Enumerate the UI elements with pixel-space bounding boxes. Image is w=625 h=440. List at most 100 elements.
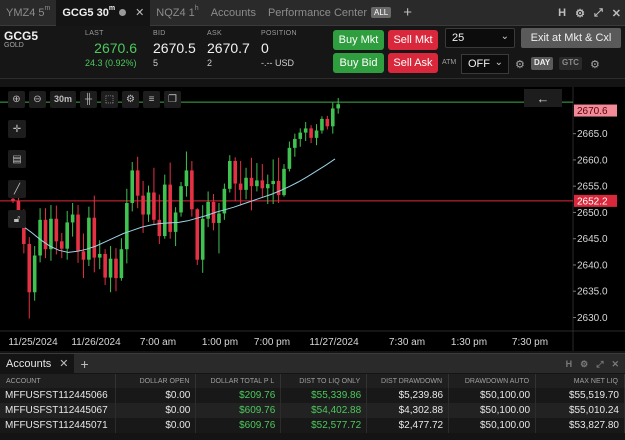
period-select[interactable]: 30m [50, 90, 76, 108]
col-header[interactable]: DIST DRAWDOWN [366, 374, 450, 388]
draw-line-icon[interactable]: ╱ [8, 180, 26, 198]
col-header[interactable]: DRAWDOWN AUTO [448, 374, 537, 388]
sell-market-button[interactable]: Sell Mkt [388, 30, 438, 50]
col-header[interactable]: MAX NET LIQ [535, 374, 625, 388]
crosshair-icon[interactable]: ✛ [8, 120, 26, 138]
day-chip[interactable]: DAY [531, 57, 554, 70]
x-tick-label: 11/25/2024 [8, 337, 58, 348]
order-gear-icon[interactable]: ⚙ [590, 58, 600, 71]
tab-performance-center[interactable]: Performance Center ALL [262, 0, 397, 26]
notes-icon[interactable]: ▤ [8, 150, 26, 168]
close-panel-icon[interactable]: ✕ [611, 359, 619, 370]
atm-label: ATM [442, 59, 457, 66]
buy-bid-button[interactable]: Buy Bid [333, 53, 384, 73]
tab-accounts-panel[interactable]: Accounts ✕ [0, 353, 75, 374]
quantity-select[interactable]: 25 ⌄ [445, 28, 515, 48]
candle-body [217, 213, 221, 223]
dollar-open: $0.00 [115, 388, 197, 403]
candle-body [97, 253, 102, 258]
candle-body [298, 132, 303, 139]
chart-canvas[interactable]: 2665.0 2660.0 2655.0 2650.0 2645.0 2640.0 2635… [0, 87, 625, 351]
close-icon[interactable]: ✕ [59, 357, 68, 370]
col-header[interactable]: DOLLAR TOTAL P L [195, 374, 282, 388]
hide-icon[interactable]: H [558, 7, 566, 19]
last-price-tag: 2670.6 [577, 106, 608, 117]
candle-body [135, 170, 140, 196]
indicators-icon[interactable]: ≡ [143, 90, 160, 108]
tab-ymz4[interactable]: YMZ4 5m [0, 0, 56, 26]
add-tab-icon[interactable]: + [74, 356, 94, 372]
ask-block: ASK 2670.7 2 [207, 30, 250, 68]
add-tab-icon[interactable]: + [397, 4, 418, 21]
hide-icon[interactable]: H [566, 359, 573, 369]
candle-body [92, 217, 97, 258]
candle-body [206, 201, 210, 219]
candle-body [282, 168, 286, 196]
gtc-chip[interactable]: GTC [559, 57, 582, 70]
candle-body [293, 138, 297, 148]
gear-icon[interactable]: ⚙ [575, 7, 585, 20]
copy-icon[interactable]: ❐ [164, 90, 181, 108]
symbol-description: GOLD [4, 42, 24, 49]
col-header[interactable]: DIST TO LIQ ONLY [280, 374, 368, 388]
candle-body [260, 180, 265, 189]
account-id: MFFUSFST112445071 [0, 418, 117, 433]
candle-body [309, 128, 313, 138]
candle-body [244, 177, 248, 190]
tab-nqz4[interactable]: NQZ4 1h [150, 0, 204, 26]
accounts-tab-bar: Accounts ✕ + H ⚙ ⤢ ✕ [0, 353, 625, 374]
candle-body [179, 186, 183, 213]
atm-select[interactable]: OFF ⌄ [461, 54, 509, 74]
settings-icon[interactable]: ⚙ [122, 90, 139, 108]
tab-label: Accounts [210, 6, 256, 19]
candle-body [119, 249, 124, 279]
x-tick-label: 11/26/2024 [71, 337, 121, 348]
lock-icon[interactable]: 🔓︎ [8, 210, 26, 228]
col-header[interactable]: DOLLAR OPEN [115, 374, 197, 388]
y-tick-label: 2660.0 [577, 155, 608, 166]
col-header[interactable]: ACCOUNT [0, 374, 117, 388]
tab-label: Performance Center [267, 6, 367, 19]
drawdown-auto: $50,100.00 [448, 403, 537, 418]
x-tick-label: 1:30 pm [451, 337, 487, 348]
exit-at-market-button[interactable]: Exit at Mkt & Cxl [521, 28, 621, 48]
close-icon[interactable]: ✕ [135, 6, 144, 19]
sell-ask-button[interactable]: Sell Ask [388, 53, 438, 73]
candle-body [108, 258, 113, 278]
tab-accounts[interactable]: Accounts [205, 0, 262, 26]
price-chart[interactable]: 2665.0 2660.0 2655.0 2650.0 2645.0 2640.0 2635… [0, 87, 625, 351]
all-badge[interactable]: ALL [371, 7, 392, 18]
drawing-tools: ✛ ▤ ╱ 🔓︎ [8, 120, 26, 228]
table-row[interactable]: MFFUSFST112445067 $0.00 $609.76 $54,402.… [0, 403, 625, 418]
candle-body [59, 241, 64, 249]
candle-body [141, 195, 145, 215]
candle-body [200, 218, 205, 260]
symbol: GCG5 [4, 29, 39, 43]
close-window-icon[interactable]: ✕ [612, 7, 621, 20]
candle-body [152, 192, 156, 220]
atm-gear-icon[interactable]: ⚙ [515, 58, 525, 71]
zoom-out-icon[interactable]: ⊖ [29, 90, 46, 108]
buy-market-button[interactable]: Buy Mkt [333, 30, 384, 50]
position-value: 0 [261, 40, 269, 56]
candle-body [336, 104, 340, 109]
gear-icon[interactable]: ⚙ [580, 359, 588, 370]
zoom-in-icon[interactable]: ⊕ [8, 90, 25, 108]
expand-icon[interactable]: ⤢ [596, 359, 603, 370]
dist-to-liq: $52,577.72 [280, 418, 368, 433]
chart-type-icon[interactable]: ╫ [80, 90, 97, 108]
select-region-icon[interactable]: ⬚ [101, 90, 118, 108]
drawdown-auto: $50,100.00 [448, 388, 537, 403]
ask-size: 2 [207, 58, 213, 68]
table-row[interactable]: MFFUSFST112445066 $0.00 $209.76 $55,339.… [0, 388, 625, 403]
bid-label: BID [153, 30, 166, 37]
candle-body [195, 209, 200, 260]
quantity-value: 25 [452, 32, 465, 44]
tab-gcg5[interactable]: GCG5 30 m ✕ [56, 0, 151, 26]
expand-icon[interactable]: ⤢ [594, 7, 603, 20]
last-label: LAST [85, 30, 104, 37]
candle-body [27, 243, 32, 293]
scroll-to-latest-button[interactable]: ← [524, 89, 562, 107]
bid-size: 5 [153, 58, 159, 68]
table-row[interactable]: MFFUSFST112445071 $0.00 $609.76 $52,577.… [0, 418, 625, 433]
